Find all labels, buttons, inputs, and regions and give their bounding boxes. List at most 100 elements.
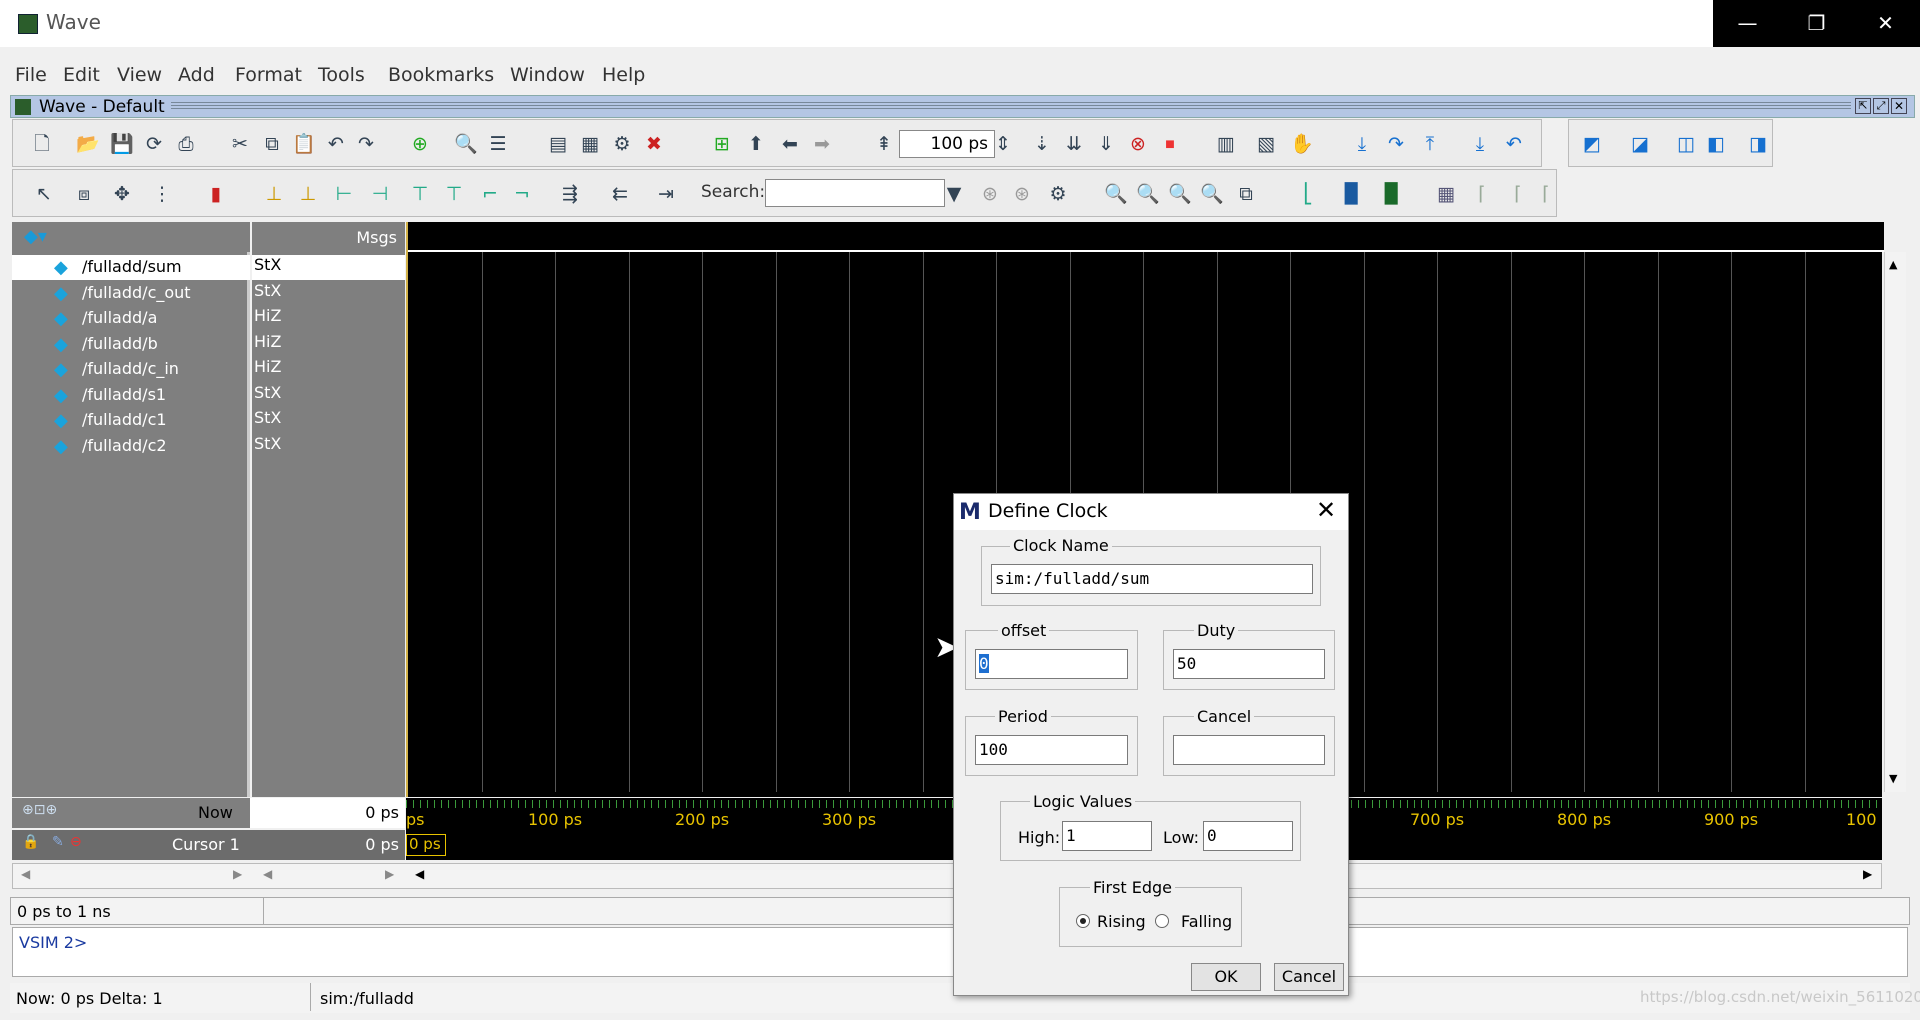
signal-row[interactable]: ◆ /fulladd/sum: [12, 255, 250, 280]
compile-icon[interactable]: ▤: [545, 131, 571, 157]
names-scroll-right-icon[interactable]: ▶: [233, 867, 242, 881]
open-folder-icon[interactable]: 📂: [75, 131, 101, 157]
signal-row[interactable]: ◆ /fulladd/a: [12, 306, 250, 331]
zoom-mode-icon[interactable]: ⧈: [71, 181, 97, 207]
clock-name-input[interactable]: sim:/fulladd/sum: [991, 564, 1313, 594]
expand-icon[interactable]: ⇶: [557, 181, 583, 207]
menu-file[interactable]: File: [15, 64, 47, 86]
step-icon[interactable]: ⤓: [1349, 131, 1375, 157]
low-input[interactable]: 0: [1203, 821, 1293, 851]
close-pane-icon[interactable]: ✕: [1891, 98, 1907, 114]
signal-row[interactable]: ◆ /fulladd/c_out: [12, 281, 250, 306]
wave-bar-icon[interactable]: ▉: [1339, 181, 1365, 207]
signal-row[interactable]: ◆ /fulladd/b: [12, 332, 250, 357]
performance-icon[interactable]: ▥: [1213, 131, 1239, 157]
list-icon[interactable]: ☰: [485, 131, 511, 157]
menu-tools[interactable]: Tools: [318, 64, 365, 86]
horizontal-scrollbars[interactable]: ◀ ▶ ◀ ▶ ◀ ▶: [12, 863, 1882, 889]
step-back-icon[interactable]: ⤓: [1467, 131, 1493, 157]
signal-value[interactable]: HiZ: [252, 357, 405, 382]
next-falling-icon[interactable]: ⊤: [441, 181, 467, 207]
wave-fill-icon[interactable]: ▉: [1379, 181, 1405, 207]
signal-row[interactable]: ◆ /fulladd/c_in: [12, 357, 250, 382]
close-icon[interactable]: ✕: [1851, 0, 1920, 47]
signal-value[interactable]: HiZ: [252, 306, 405, 331]
signal-value[interactable]: StX: [252, 434, 405, 459]
period-input[interactable]: 100: [975, 735, 1128, 765]
menu-bookmarks[interactable]: Bookmarks: [388, 64, 494, 86]
menu-add[interactable]: Add: [178, 64, 215, 86]
run-icon[interactable]: ⇣: [1029, 131, 1055, 157]
zoom-in-icon[interactable]: 🔍: [1103, 181, 1129, 207]
restart-icon[interactable]: ⇞: [871, 131, 897, 157]
signal-names-pane[interactable]: ◆▾ ◆ /fulladd/sum ◆ /fulladd/c_out ◆ /fulladd…: [12, 222, 250, 797]
signal-row[interactable]: ◆ /fulladd/c2: [12, 434, 250, 459]
vsim-prompt[interactable]: VSIM 2>: [19, 933, 87, 952]
wave-line-icon[interactable]: ⎣: [1295, 181, 1321, 207]
wave-scroll-right-icon[interactable]: ▶: [1863, 867, 1872, 881]
signal-row[interactable]: ◆ /fulladd/c1: [12, 408, 250, 433]
edit-mode-icon[interactable]: ⋮: [149, 181, 175, 207]
cut-icon[interactable]: ✂: [227, 131, 253, 157]
zoom-full-icon[interactable]: 🔍: [1167, 181, 1193, 207]
undock-icon[interactable]: ⇱: [1855, 98, 1871, 114]
insert-cursor-icon[interactable]: ⊥: [261, 181, 287, 207]
break-icon[interactable]: ✖: [641, 131, 667, 157]
search-forward-icon[interactable]: ⊛: [1009, 181, 1035, 207]
cursor-remove-icon[interactable]: ⊖: [70, 834, 82, 850]
hierarchy-icon[interactable]: ⊞: [709, 131, 735, 157]
prev-rising-icon[interactable]: ⌐: [477, 181, 503, 207]
menu-view[interactable]: View: [117, 64, 162, 86]
values-scroll-right-icon[interactable]: ▶: [385, 867, 394, 881]
simulate-icon[interactable]: ⚙: [609, 131, 635, 157]
offset-input[interactable]: 0: [975, 649, 1128, 679]
signal-value[interactable]: StX: [252, 383, 405, 408]
search-dropdown-icon[interactable]: ▼: [943, 181, 965, 207]
run-all-icon[interactable]: ⇓: [1093, 131, 1119, 157]
wave-edge-3-icon[interactable]: ⌈: [1533, 181, 1559, 207]
run-length-spinner-icon[interactable]: ⇕: [995, 131, 1011, 157]
float-icon[interactable]: ⤢: [1873, 98, 1889, 114]
high-input[interactable]: 1: [1062, 821, 1152, 851]
cancel-button[interactable]: Cancel: [1274, 963, 1344, 991]
scroll-down-icon[interactable]: ▼: [1889, 772, 1897, 785]
dialog-close-icon[interactable]: ✕: [1308, 496, 1344, 528]
find-icon[interactable]: 🔍: [453, 131, 479, 157]
add-wave-icon[interactable]: ⊕⊡⊕: [22, 802, 57, 818]
redo-icon[interactable]: ↷: [353, 131, 379, 157]
signal-value[interactable]: StX: [252, 408, 405, 433]
undo-icon[interactable]: ↶: [323, 131, 349, 157]
menu-window[interactable]: Window: [510, 64, 585, 86]
scroll-up-icon[interactable]: ▲: [1889, 258, 1897, 271]
falling-radio[interactable]: [1155, 914, 1169, 928]
add-icon[interactable]: ⊕: [407, 131, 433, 157]
menu-help[interactable]: Help: [602, 64, 645, 86]
compile-all-icon[interactable]: ▦: [577, 131, 603, 157]
cancel-input[interactable]: [1173, 735, 1325, 765]
wave-scroll-left-icon[interactable]: ◀: [415, 867, 424, 881]
duty-input[interactable]: 50: [1173, 649, 1325, 679]
forward-arrow-icon[interactable]: ➡: [809, 131, 835, 157]
menu-edit[interactable]: Edit: [63, 64, 100, 86]
print-icon[interactable]: ⎙: [173, 131, 199, 157]
collapse-icon[interactable]: ⇇: [607, 181, 633, 207]
continue-icon[interactable]: ⇊: [1061, 131, 1087, 157]
run-length-input[interactable]: 100 ps: [899, 130, 995, 158]
step-over-back-icon[interactable]: ↶: [1501, 131, 1527, 157]
signal-filter-icon[interactable]: ◆▾: [24, 226, 47, 247]
wave-grid-icon[interactable]: ▦: [1433, 181, 1459, 207]
break-run-icon[interactable]: ⊗: [1125, 131, 1151, 157]
wave-edge-2-icon[interactable]: ⌈: [1505, 181, 1531, 207]
back-arrow-icon[interactable]: ⬅: [777, 131, 803, 157]
cursor-flag[interactable]: 0 ps: [406, 834, 446, 856]
zoom-out-icon[interactable]: 🔍: [1135, 181, 1161, 207]
reload-icon[interactable]: ⟳: [141, 131, 167, 157]
wave-vertical-scrollbar[interactable]: ▲ ▼: [1884, 252, 1906, 792]
cursor-edit-icon[interactable]: ✎: [52, 834, 64, 850]
layout-icon[interactable]: ◩: [1579, 131, 1605, 157]
save-icon[interactable]: 💾: [109, 131, 135, 157]
step-over-icon[interactable]: ↷: [1383, 131, 1409, 157]
wave-edge-icon[interactable]: ⌈: [1469, 181, 1495, 207]
layout-2-icon[interactable]: ◪: [1627, 131, 1653, 157]
memory-icon[interactable]: ▧: [1253, 131, 1279, 157]
